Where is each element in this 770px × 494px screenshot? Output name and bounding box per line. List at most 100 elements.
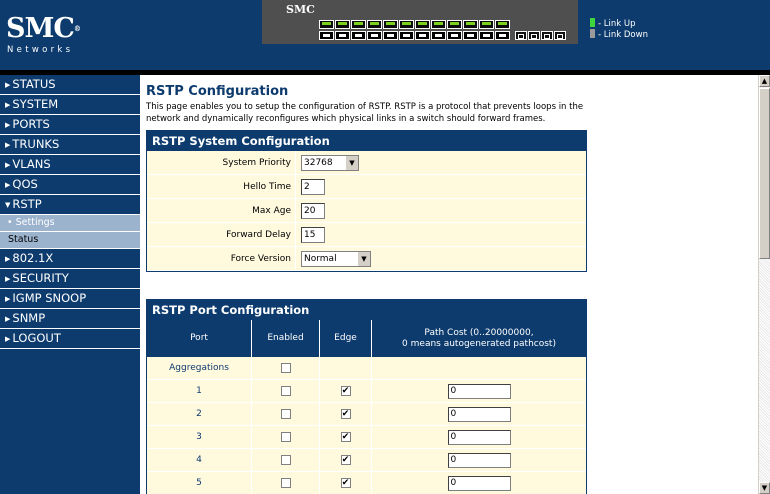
logo-text: SMC <box>6 13 75 44</box>
force-version-label: Force Version <box>230 254 291 264</box>
sidebar-item-logout[interactable]: ▶ LOGOUT <box>0 329 140 349</box>
system-config-heading: RSTP System Configuration <box>147 131 586 151</box>
max-age-input[interactable]: 20 <box>301 203 325 219</box>
sfp-port-icon <box>528 31 540 40</box>
enabled-checkbox[interactable] <box>280 409 291 419</box>
port-link-icon <box>367 20 382 29</box>
sfp-port-icon <box>515 31 527 40</box>
hello-time-row: Hello Time 2 <box>147 175 586 199</box>
port-link-icon <box>351 31 366 40</box>
port-label: 2 <box>147 403 252 425</box>
port-link-icon <box>495 20 510 29</box>
sidebar-subitem-settings[interactable]: • Settings <box>0 215 140 232</box>
table-row: 2 ✔ 0 <box>147 403 586 426</box>
main-content: RSTP Configuration This page enables you… <box>140 75 758 494</box>
port-link-icon <box>463 20 478 29</box>
system-priority-select[interactable]: 32768 ▼ <box>301 155 359 171</box>
arrow-right-icon: ▶ <box>5 101 11 109</box>
enabled-checkbox[interactable] <box>280 432 291 442</box>
path-cost-input[interactable]: 0 <box>447 475 511 491</box>
sidebar-item-qos[interactable]: ▶ QOS <box>0 175 140 195</box>
port-link-icon <box>479 31 494 40</box>
sidebar-item-snmp[interactable]: ▶ SNMP <box>0 309 140 329</box>
enabled-checkbox[interactable] <box>280 363 291 373</box>
arrow-down-icon: ▼ <box>5 201 11 209</box>
sidebar-item-vlans[interactable]: ▶ VLANS <box>0 155 140 175</box>
edge-checkbox[interactable]: ✔ <box>340 432 351 442</box>
port-grid <box>319 20 566 40</box>
edge-checkbox[interactable]: ✔ <box>340 478 351 488</box>
sidebar-nav: ▶ STATUS ▶ SYSTEM ▶ PORTS ▶ TRUNKS ▶ VLANS ▶ Q… <box>0 75 140 494</box>
arrow-right-icon: ▶ <box>5 161 11 169</box>
port-link-icon <box>319 20 334 29</box>
port-link-icon <box>399 20 414 29</box>
edge-checkbox[interactable]: ✔ <box>340 455 351 465</box>
path-cost-input[interactable]: 0 <box>447 429 511 445</box>
system-priority-row: System Priority 32768 ▼ <box>147 151 586 175</box>
arrow-right-icon: ▶ <box>5 335 11 343</box>
panel-brand: SMC <box>286 3 315 16</box>
arrow-right-icon: ▶ <box>5 181 11 189</box>
sidebar-item-trunks[interactable]: ▶ TRUNKS <box>0 135 140 155</box>
legend-link-up: - Link Up <box>590 18 648 29</box>
enabled-checkbox[interactable] <box>280 455 291 465</box>
port-label: 4 <box>147 449 252 471</box>
sidebar-item-status[interactable]: ▶ STATUS <box>0 75 140 95</box>
port-label: 3 <box>147 426 252 448</box>
port-config-heading: RSTP Port Configuration <box>147 300 586 320</box>
system-priority-label: System Priority <box>222 158 291 168</box>
smc-logo: SMC® Networks <box>6 14 116 60</box>
max-age-row: Max Age 20 <box>147 199 586 223</box>
force-version-row: Force Version Normal ▼ <box>147 247 586 271</box>
path-cost-input[interactable]: 0 <box>447 406 511 422</box>
enabled-checkbox[interactable] <box>280 478 291 488</box>
arrow-right-icon: ▶ <box>5 295 11 303</box>
port-link-icon <box>495 31 510 40</box>
path-cost-input[interactable]: 0 <box>447 383 511 399</box>
sidebar-item-igmp-snoop[interactable]: ▶ IGMP SNOOP <box>0 289 140 309</box>
table-row: 3 ✔ 0 <box>147 426 586 449</box>
arrow-right-icon: ▶ <box>5 121 11 129</box>
vertical-scrollbar[interactable]: ▲ ▼ <box>758 75 770 494</box>
link-up-swatch <box>590 18 595 27</box>
col-header-edge: Edge <box>320 320 372 357</box>
port-link-icon <box>415 31 430 40</box>
scroll-up-button[interactable]: ▲ <box>759 75 770 87</box>
edge-checkbox[interactable]: ✔ <box>340 386 351 396</box>
logo-subtitle: Networks <box>7 45 74 55</box>
sidebar-item-8021x[interactable]: ▶ 802.1X <box>0 249 140 269</box>
port-link-icon <box>335 20 350 29</box>
scroll-down-button[interactable]: ▼ <box>759 482 770 494</box>
sfp-port-icon <box>554 31 566 40</box>
table-row: Aggregations <box>147 357 586 380</box>
sidebar-item-rstp[interactable]: ▼ RSTP <box>0 195 140 215</box>
table-row: 1 ✔ 0 <box>147 380 586 403</box>
sidebar-subitem-status[interactable]: Status <box>0 232 140 249</box>
page-description: This page enables you to setup the confi… <box>146 102 584 124</box>
switch-front-panel: SMC <box>262 0 578 44</box>
port-label: 5 <box>147 472 252 494</box>
port-link-icon <box>335 31 350 40</box>
port-table-body: Aggregations 1 ✔ 0 2 ✔ 0 3 ✔ 0 4 ✔ 0 5 ✔ 0 <box>147 357 586 494</box>
port-link-icon <box>415 20 430 29</box>
path-cost-input[interactable]: 0 <box>447 452 511 468</box>
port-config-panel: RSTP Port Configuration Port Enabled Edg… <box>146 299 587 494</box>
port-link-icon <box>351 20 366 29</box>
port-link-icon <box>399 31 414 40</box>
edge-checkbox[interactable]: ✔ <box>340 409 351 419</box>
hello-time-input[interactable]: 2 <box>301 179 325 195</box>
enabled-checkbox[interactable] <box>280 386 291 396</box>
page-title: RSTP Configuration <box>146 84 289 99</box>
port-table-header: Port Enabled Edge Path Cost (0..20000000… <box>147 320 586 357</box>
link-down-swatch <box>590 29 595 38</box>
sidebar-item-security[interactable]: ▶ SECURITY <box>0 269 140 289</box>
arrow-right-icon: ▶ <box>5 315 11 323</box>
forward-delay-input[interactable]: 15 <box>301 227 325 243</box>
port-link-icon <box>447 20 462 29</box>
force-version-select[interactable]: Normal ▼ <box>301 251 371 267</box>
sidebar-item-system[interactable]: ▶ SYSTEM <box>0 95 140 115</box>
sidebar-item-ports[interactable]: ▶ PORTS <box>0 115 140 135</box>
sfp-port-icon <box>541 31 553 40</box>
scroll-thumb[interactable] <box>759 88 770 259</box>
dropdown-arrow-icon: ▼ <box>357 252 370 266</box>
